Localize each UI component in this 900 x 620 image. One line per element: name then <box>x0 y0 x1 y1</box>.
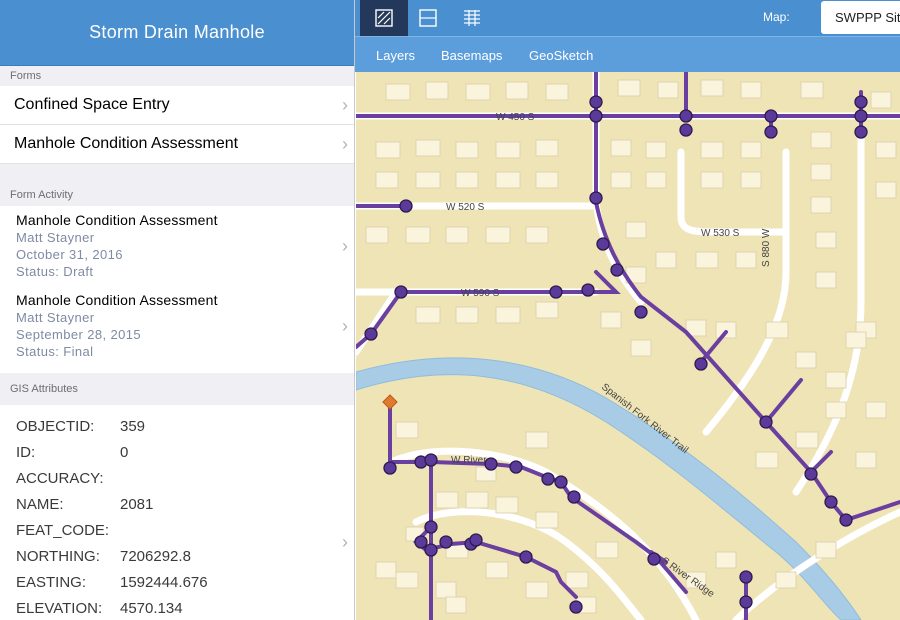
label-w450s: W 450 S <box>496 112 535 123</box>
form-label: Manhole Condition Assessment <box>14 135 239 152</box>
map-toolbar: Map: SWPPP Sit <box>355 0 900 36</box>
gis-value: 4570.134 <box>120 599 183 617</box>
form-manhole-condition-assessment[interactable]: Manhole Condition Assessment › <box>0 125 354 164</box>
gis-row: OBJECTID: 359 <box>16 413 354 439</box>
gis-row: NAME: 2081 <box>16 491 354 517</box>
chevron-right-icon: › <box>342 236 348 256</box>
map-canvas[interactable]: W 450 S W 520 S W 530 S S 880 W W 590 S … <box>356 72 900 620</box>
gis-value: 2081 <box>120 495 154 513</box>
gis-key: EASTING: <box>16 573 87 591</box>
map-select[interactable]: SWPPP Sit <box>821 1 900 34</box>
gis-value: 7206292.8 <box>120 547 191 565</box>
map-tool-icon[interactable] <box>360 0 408 36</box>
activity-date: October 31, 2016 <box>16 247 123 262</box>
gis-value: 359 <box>120 417 146 435</box>
gis-row: ELEVATION: 4570.134 <box>16 595 354 620</box>
label-w530s: W 530 S <box>701 228 740 239</box>
chevron-right-icon: › <box>342 532 348 552</box>
gis-key: OBJECTID: <box>16 417 95 435</box>
selected-manhole-marker <box>382 394 398 410</box>
gis-row: ID: 0 <box>16 439 354 465</box>
activity-user: Matt Stayner <box>16 230 95 245</box>
activity-item[interactable]: Manhole Condition Assessment Matt Stayne… <box>0 286 354 366</box>
gis-key: NORTHING: <box>16 547 100 565</box>
map-view[interactable]: W 450 S W 520 S W 530 S S 880 W W 590 S … <box>356 72 900 620</box>
chevron-right-icon: › <box>342 95 348 115</box>
gis-attributes[interactable]: OBJECTID: 359 ID: 0 ACCURACY: NAME: 2081 FE… <box>0 405 354 620</box>
gis-key: ELEVATION: <box>16 599 103 617</box>
map-label: Map: <box>763 10 790 24</box>
gis-row: NORTHING: 7206292.8 <box>16 543 354 569</box>
layout-tool-icon[interactable] <box>404 0 452 36</box>
chevron-right-icon: › <box>342 134 348 154</box>
activity-item[interactable]: Manhole Condition Assessment Matt Stayne… <box>0 206 354 286</box>
label-s880w: S 880 W <box>761 228 772 267</box>
gis-key: NAME: <box>16 495 64 513</box>
panel-title: Storm Drain Manhole <box>0 0 354 66</box>
label-w520s: W 520 S <box>446 202 485 213</box>
gis-value: 0 <box>120 443 129 461</box>
attribute-panel: Storm Drain Manhole Forms Confined Space… <box>0 0 355 620</box>
gis-key: ID: <box>16 443 36 461</box>
form-activity-section-label: Form Activity <box>0 164 354 206</box>
forms-section-label: Forms <box>0 66 354 86</box>
basemaps-tab[interactable]: Basemaps <box>441 48 502 63</box>
activity-date: September 28, 2015 <box>16 327 142 342</box>
geosketch-tab[interactable]: GeoSketch <box>529 48 593 63</box>
gis-row: EASTING: 1592444.676 <box>16 569 354 595</box>
form-label: Confined Space Entry <box>14 96 170 113</box>
form-confined-space-entry[interactable]: Confined Space Entry › <box>0 86 354 125</box>
gis-key: FEAT_CODE: <box>16 521 110 539</box>
road-s880w <box>702 148 790 436</box>
list-tool-icon[interactable] <box>448 0 496 36</box>
label-w-river: W River <box>451 455 487 466</box>
activity-title: Manhole Condition Assessment <box>16 292 218 308</box>
gis-row: FEAT_CODE: <box>16 517 354 543</box>
chevron-right-icon: › <box>342 316 348 336</box>
gis-key: ACCURACY: <box>16 469 104 487</box>
activity-title: Manhole Condition Assessment <box>16 212 218 228</box>
road-w530s <box>677 148 790 236</box>
layers-tab[interactable]: Layers <box>376 48 415 63</box>
gis-row: ACCURACY: <box>16 465 354 491</box>
activity-status: Status: Final <box>16 344 94 359</box>
gis-value: 1592444.676 <box>120 573 208 591</box>
activity-user: Matt Stayner <box>16 310 95 325</box>
gis-attributes-section-label: GIS Attributes <box>0 373 354 405</box>
map-subnav: Layers Basemaps GeoSketch <box>355 36 900 72</box>
label-w590s: W 590 S <box>461 288 500 299</box>
activity-status: Status: Draft <box>16 264 94 279</box>
